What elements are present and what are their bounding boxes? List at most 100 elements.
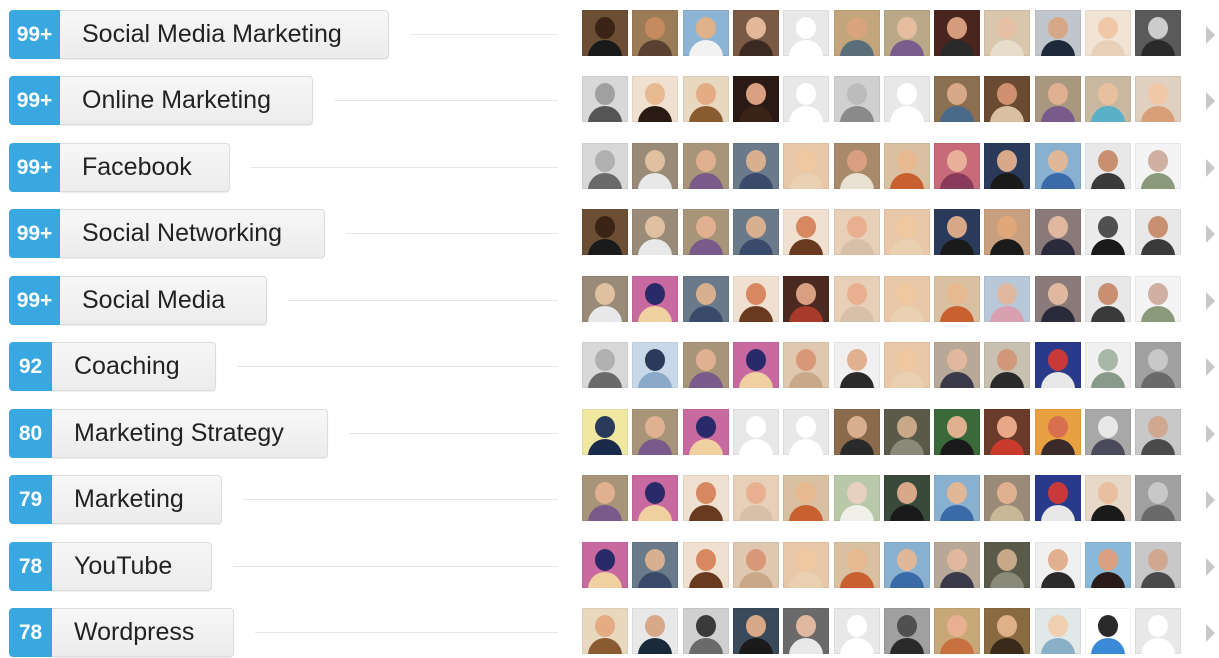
avatar[interactable] <box>683 542 729 588</box>
avatar[interactable] <box>1085 209 1131 255</box>
avatar[interactable] <box>683 608 729 654</box>
avatar[interactable] <box>733 276 779 322</box>
avatar[interactable] <box>582 143 628 189</box>
avatar[interactable] <box>1085 542 1131 588</box>
chevron-right-icon[interactable] <box>1206 491 1215 509</box>
avatar[interactable] <box>783 143 829 189</box>
avatar-placeholder[interactable] <box>783 409 829 455</box>
avatar[interactable] <box>934 608 980 654</box>
avatar[interactable] <box>834 143 880 189</box>
avatar[interactable] <box>834 276 880 322</box>
avatar[interactable] <box>632 608 678 654</box>
avatar[interactable] <box>884 608 930 654</box>
avatar[interactable] <box>884 10 930 56</box>
skill-name-social-networking[interactable]: Social Networking <box>60 209 325 258</box>
avatar[interactable] <box>934 209 980 255</box>
avatar[interactable] <box>984 276 1030 322</box>
avatar[interactable] <box>733 542 779 588</box>
avatar[interactable] <box>582 209 628 255</box>
avatar[interactable] <box>834 542 880 588</box>
avatar[interactable] <box>934 542 980 588</box>
avatar-placeholder[interactable] <box>733 409 779 455</box>
skill-name-social-media-marketing[interactable]: Social Media Marketing <box>60 10 389 59</box>
avatar[interactable] <box>884 209 930 255</box>
avatar[interactable] <box>783 475 829 521</box>
avatar[interactable] <box>632 76 678 122</box>
avatar[interactable] <box>582 276 628 322</box>
avatar[interactable] <box>884 342 930 388</box>
skill-name-wordpress[interactable]: Wordpress <box>52 608 234 657</box>
avatar[interactable] <box>1085 475 1131 521</box>
avatar[interactable] <box>1035 143 1081 189</box>
avatar[interactable] <box>1085 10 1131 56</box>
avatar[interactable] <box>1035 209 1081 255</box>
endorsement-count[interactable]: 80 <box>9 409 52 458</box>
avatar[interactable] <box>834 76 880 122</box>
avatar[interactable] <box>783 342 829 388</box>
avatar[interactable] <box>1135 10 1181 56</box>
avatar[interactable] <box>884 542 930 588</box>
avatar[interactable] <box>1035 608 1081 654</box>
avatar[interactable] <box>1035 475 1081 521</box>
avatar[interactable] <box>1085 409 1131 455</box>
avatar[interactable] <box>733 342 779 388</box>
avatar[interactable] <box>632 342 678 388</box>
avatar[interactable] <box>884 409 930 455</box>
avatar-placeholder[interactable] <box>834 608 880 654</box>
avatar[interactable] <box>884 276 930 322</box>
avatar[interactable] <box>582 608 628 654</box>
avatar[interactable] <box>934 76 980 122</box>
avatar[interactable] <box>683 409 729 455</box>
avatar[interactable] <box>984 209 1030 255</box>
avatar[interactable] <box>1135 342 1181 388</box>
skill-name-marketing[interactable]: Marketing <box>52 475 222 524</box>
avatar[interactable] <box>582 409 628 455</box>
avatar[interactable] <box>934 475 980 521</box>
avatar[interactable] <box>733 76 779 122</box>
avatar[interactable] <box>632 475 678 521</box>
avatar[interactable] <box>884 475 930 521</box>
skill-name-youtube[interactable]: YouTube <box>52 542 212 591</box>
avatar[interactable] <box>1085 276 1131 322</box>
skill-name-coaching[interactable]: Coaching <box>52 342 216 391</box>
avatar[interactable] <box>1135 76 1181 122</box>
endorsement-count[interactable]: 78 <box>9 542 52 591</box>
avatar[interactable] <box>984 608 1030 654</box>
avatar[interactable] <box>1085 76 1131 122</box>
avatar[interactable] <box>1135 542 1181 588</box>
avatar-placeholder[interactable] <box>1135 608 1181 654</box>
avatar[interactable] <box>582 342 628 388</box>
avatar[interactable] <box>834 475 880 521</box>
skill-name-online-marketing[interactable]: Online Marketing <box>60 76 313 125</box>
avatar[interactable] <box>632 209 678 255</box>
endorsement-count[interactable]: 99+ <box>9 76 60 125</box>
avatar[interactable] <box>683 342 729 388</box>
avatar[interactable] <box>834 209 880 255</box>
avatar[interactable] <box>783 209 829 255</box>
avatar[interactable] <box>984 76 1030 122</box>
avatar[interactable] <box>934 276 980 322</box>
chevron-right-icon[interactable] <box>1206 159 1215 177</box>
chevron-right-icon[interactable] <box>1206 26 1215 44</box>
avatar[interactable] <box>632 276 678 322</box>
avatar[interactable] <box>632 409 678 455</box>
avatar[interactable] <box>733 10 779 56</box>
avatar[interactable] <box>683 76 729 122</box>
endorsement-count[interactable]: 92 <box>9 342 52 391</box>
avatar[interactable] <box>984 542 1030 588</box>
chevron-right-icon[interactable] <box>1206 358 1215 376</box>
avatar[interactable] <box>582 76 628 122</box>
avatar[interactable] <box>1135 409 1181 455</box>
avatar[interactable] <box>884 143 930 189</box>
avatar-placeholder[interactable] <box>783 10 829 56</box>
avatar[interactable] <box>683 209 729 255</box>
endorsement-count[interactable]: 99+ <box>9 276 60 325</box>
avatar[interactable] <box>783 608 829 654</box>
avatar[interactable] <box>1035 276 1081 322</box>
avatar[interactable] <box>733 475 779 521</box>
avatar[interactable] <box>984 10 1030 56</box>
avatar[interactable] <box>1085 608 1131 654</box>
avatar[interactable] <box>834 10 880 56</box>
avatar[interactable] <box>1085 143 1131 189</box>
avatar[interactable] <box>783 542 829 588</box>
